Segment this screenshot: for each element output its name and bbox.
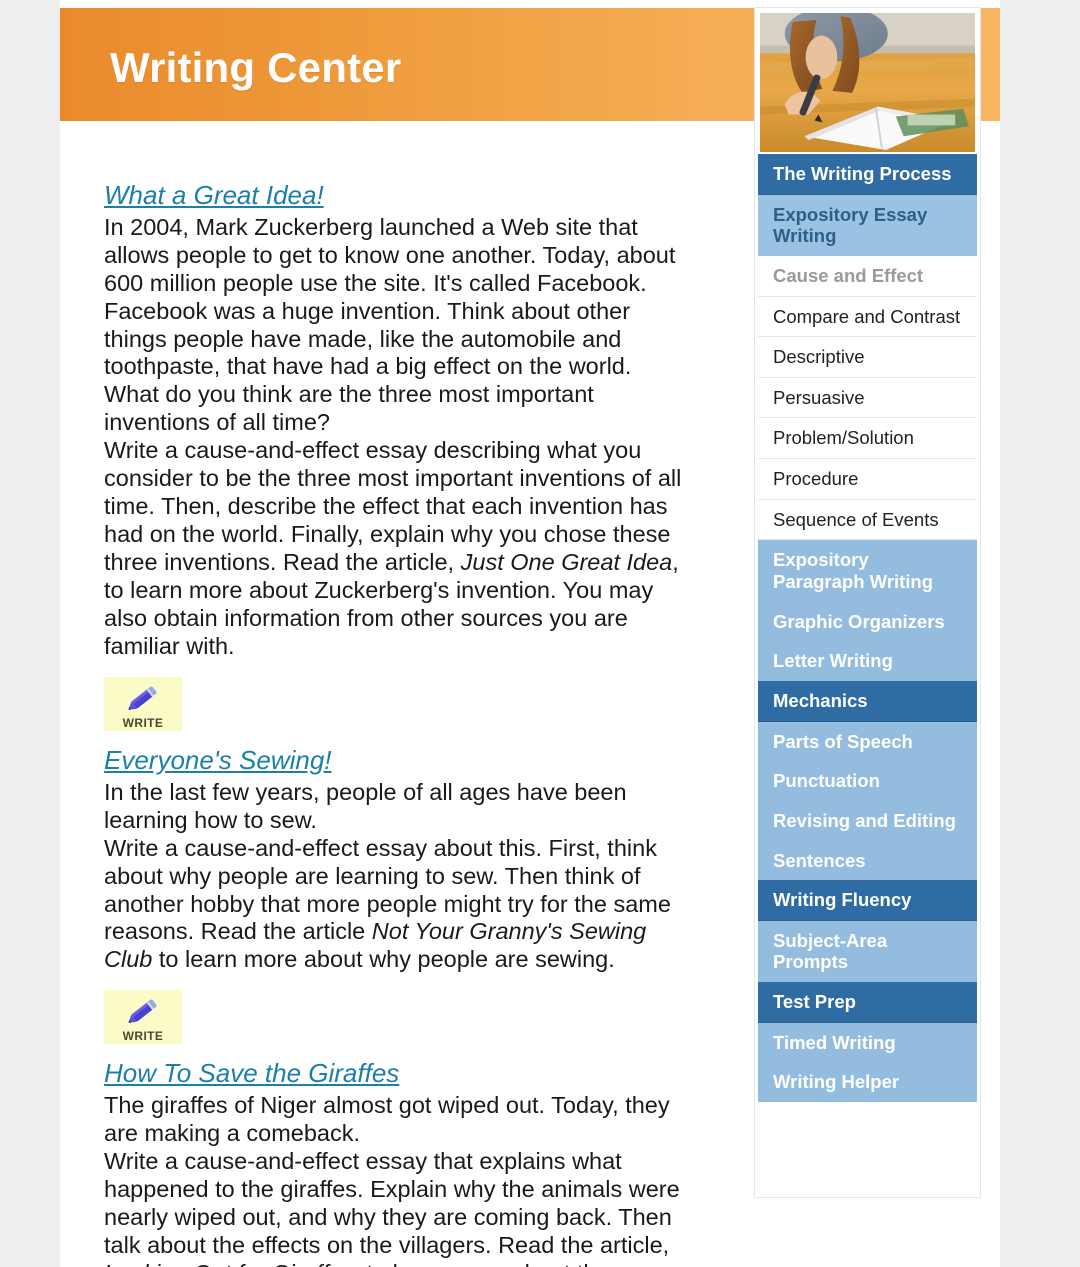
sidebar-item-parts-of-speech[interactable]: Parts of Speech — [758, 721, 977, 762]
entry-intro-paragraph: In the last few years, people of all age… — [104, 778, 627, 833]
sidebar-item-subject-area-prompts[interactable]: Subject-Area Prompts — [758, 920, 977, 983]
prompt-text-before: Write a cause-and-effect essay that expl… — [104, 1147, 680, 1258]
sidebar-item-descriptive[interactable]: Descriptive — [758, 337, 977, 378]
entry-prompt-paragraph: Write a cause-and-effect essay about thi… — [104, 835, 689, 975]
entry-prompt-paragraph: Write a cause-and-effect essay that expl… — [104, 1148, 689, 1267]
prompt-entry: Everyone's Sewing! In the last few years… — [104, 745, 689, 1045]
article-title: Looking Out for Giraffes — [104, 1260, 353, 1267]
sidebar-item-punctuation[interactable]: Punctuation — [758, 761, 977, 801]
write-button-label: WRITE — [122, 1029, 164, 1044]
entry-prompt-paragraph: Write a cause-and-effect essay describin… — [104, 437, 689, 661]
sidebar-nav: The Writing Process Expository Essay Wri… — [758, 154, 977, 1195]
entry-intro-paragraph: The giraffes of Niger almost got wiped o… — [104, 1092, 670, 1147]
page-root: Writing Center What a Great Idea! In 200… — [0, 0, 1080, 1267]
page-title: Writing Center — [110, 44, 402, 91]
sidebar-item-mechanics[interactable]: Mechanics — [758, 680, 977, 722]
sidebar-item-writing-fluency[interactable]: Writing Fluency — [758, 880, 977, 921]
sidebar-item-test-prep[interactable]: Test Prep — [758, 982, 977, 1023]
prompt-entry: How To Save the Giraffes The giraffes of… — [104, 1058, 689, 1267]
sidebar: The Writing Process Expository Essay Wri… — [755, 8, 980, 1198]
sidebar-nav-tail — [758, 1102, 977, 1195]
sidebar-item-expository-essay-writing[interactable]: Expository Essay Writing — [758, 194, 977, 256]
sidebar-item-persuasive[interactable]: Persuasive — [758, 377, 977, 419]
sidebar-item-writing-helper[interactable]: Writing Helper — [758, 1062, 977, 1103]
sidebar-item-compare-and-contrast[interactable]: Compare and Contrast — [758, 296, 977, 338]
sidebar-item-cause-and-effect[interactable]: Cause and Effect — [758, 255, 977, 297]
sidebar-item-timed-writing[interactable]: Timed Writing — [758, 1022, 977, 1063]
prompt-text-after: to learn more about why people are sewin… — [152, 946, 615, 973]
entry-title-link[interactable]: How To Save the Giraffes — [104, 1058, 399, 1090]
sidebar-item-sequence-of-events[interactable]: Sequence of Events — [758, 499, 977, 541]
article-title: Just One Great Idea — [460, 549, 673, 576]
sidebar-thumbnail-image — [758, 11, 977, 154]
write-button-label: WRITE — [122, 715, 164, 730]
sidebar-item-procedure[interactable]: Procedure — [758, 459, 977, 500]
sidebar-item-graphic-organizers[interactable]: Graphic Organizers — [758, 601, 977, 642]
entry-title-link[interactable]: What a Great Idea! — [104, 180, 324, 212]
write-button[interactable]: WRITE — [104, 676, 182, 731]
entry-title-link[interactable]: Everyone's Sewing! — [104, 745, 332, 777]
sidebar-item-revising-and-editing[interactable]: Revising and Editing — [758, 800, 977, 841]
entry-intro-paragraph: In 2004, Mark Zuckerberg launched a Web … — [104, 213, 676, 436]
sidebar-item-the-writing-process[interactable]: The Writing Process — [758, 154, 977, 195]
write-button[interactable]: WRITE — [104, 990, 182, 1045]
sidebar-item-expository-paragraph-writing[interactable]: Expository Paragraph Writing — [758, 540, 977, 602]
main-content: What a Great Idea! In 2004, Mark Zuckerb… — [104, 180, 689, 1267]
sidebar-item-problem-solution[interactable]: Problem/Solution — [758, 418, 977, 460]
sidebar-item-letter-writing[interactable]: Letter Writing — [758, 641, 977, 681]
sidebar-item-sentences[interactable]: Sentences — [758, 840, 977, 881]
prompt-entry: What a Great Idea! In 2004, Mark Zuckerb… — [104, 180, 689, 731]
